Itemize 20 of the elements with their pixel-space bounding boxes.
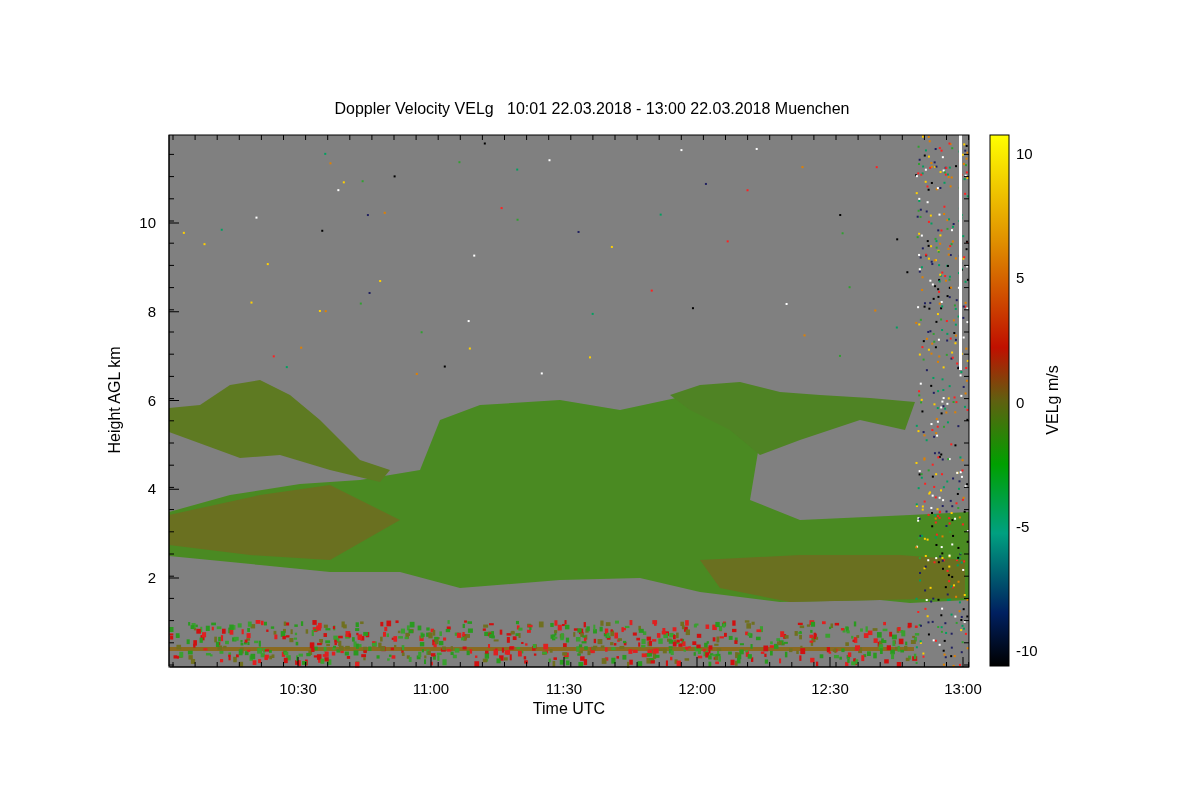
y-tick-label: 2 <box>147 569 156 586</box>
y-tick-label: 4 <box>147 480 156 498</box>
colorbar-tick-label: 0 <box>1016 393 1025 411</box>
x-tick-label: 12:00 <box>678 680 716 697</box>
y-tick-label: 6 <box>147 391 156 409</box>
colorbar-tick-label: 5 <box>1016 269 1025 287</box>
x-tick-label: 11:00 <box>412 680 450 697</box>
colorbar-tick-label: -5 <box>1016 517 1030 535</box>
colorbar-label: VELg m/s <box>1044 365 1061 435</box>
y-axis-label: Height AGL km <box>106 346 123 454</box>
x-tick-label: 10:30 <box>279 680 317 697</box>
chart-title: Doppler Velocity VELg 10:01 22.03.2018 - 13:00 22.03.2018 Muenchen <box>334 100 850 117</box>
y-tick-label: 10 <box>139 214 156 231</box>
x-tick-label: 13:00 <box>944 680 982 697</box>
y-tick-label: 8 <box>147 302 156 320</box>
x-tick-label: 11:30 <box>545 680 583 697</box>
x-axis-label: Time UTC <box>532 700 606 717</box>
colorbar-tick-label: -10 <box>1016 642 1038 660</box>
colorbar-tick-label: 10 <box>1016 145 1033 162</box>
x-tick-label: 12:30 <box>811 680 849 697</box>
